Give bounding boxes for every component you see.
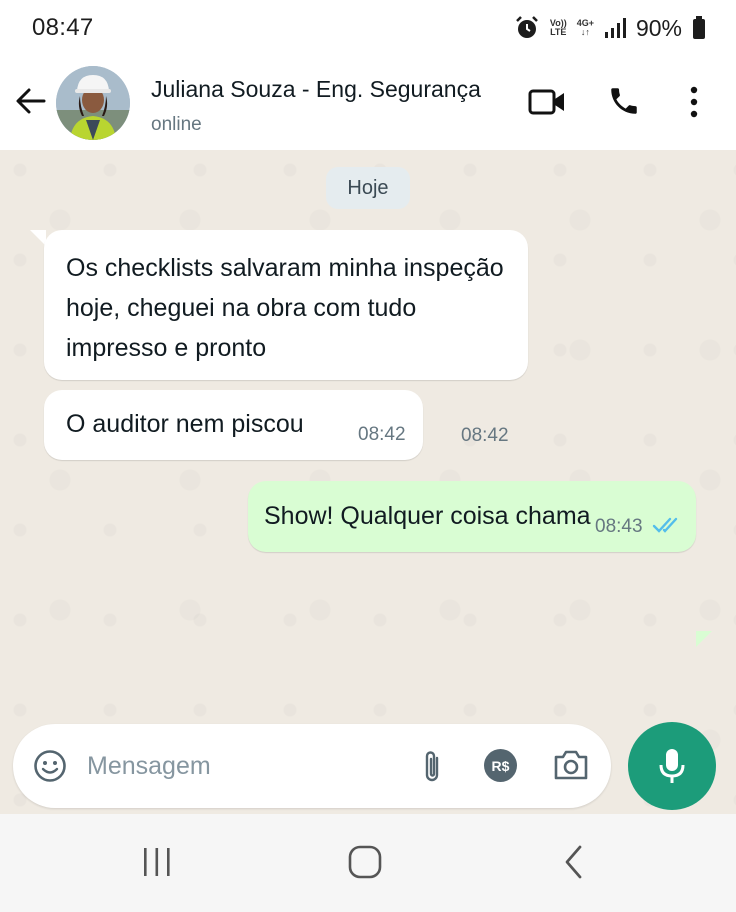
- battery-percent: 90%: [635, 14, 682, 41]
- message-time: 08:43: [595, 516, 643, 537]
- message-bubble-outgoing[interactable]: Show! Qualquer coisa chama 08:43: [248, 481, 696, 552]
- data-arrows-icon: ↓↑: [580, 27, 590, 37]
- whatsapp-chat-screen: 08:47 Vo)) LTE 4G+ ↓↑ 90% Juliana Souza …: [0, 0, 736, 912]
- signal-icon: [604, 18, 626, 38]
- date-chip: Hoje: [326, 167, 410, 209]
- more-options-icon[interactable]: [688, 85, 700, 119]
- message-time: 08:42: [358, 424, 406, 445]
- volte-indicator: Vo)) LTE: [550, 19, 567, 37]
- home-icon[interactable]: [347, 844, 383, 880]
- status-bar: 08:47 Vo)) LTE 4G+ ↓↑ 90%: [0, 0, 736, 56]
- emoji-icon[interactable]: [33, 749, 67, 783]
- volte-bottom-label: LTE: [550, 27, 567, 37]
- status-indicators: Vo)) LTE 4G+ ↓↑ 90%: [514, 15, 706, 42]
- attach-icon[interactable]: [419, 748, 445, 786]
- message-text: O auditor nem piscou: [66, 410, 304, 438]
- payment-label: R$: [491, 757, 510, 774]
- read-receipt-icon: [652, 517, 678, 533]
- mic-icon: [659, 749, 685, 783]
- message-text: Os checklists salvaram minha inspeção ho…: [66, 254, 504, 362]
- chat-header: Juliana Souza - Eng. Segurança online: [0, 56, 736, 150]
- camera-icon[interactable]: [553, 749, 589, 781]
- avatar-photo: [56, 66, 130, 140]
- back-arrow-icon[interactable]: [14, 84, 48, 118]
- status-time: 08:47: [32, 14, 94, 41]
- payment-icon[interactable]: R$: [484, 749, 517, 782]
- alarm-icon: [515, 16, 538, 38]
- system-navigation-bar: [0, 814, 736, 912]
- message-bubble-incoming[interactable]: O auditor nem piscou 08:42: [44, 390, 423, 460]
- video-call-icon[interactable]: [528, 87, 566, 117]
- bubble-tail-outgoing: [696, 631, 712, 647]
- message-bubble-incoming[interactable]: Os checklists salvaram minha inspeção ho…: [44, 230, 528, 446]
- recent-apps-icon[interactable]: [140, 846, 174, 878]
- contact-avatar[interactable]: [56, 66, 130, 140]
- voice-call-icon[interactable]: [607, 84, 641, 118]
- contact-status: online: [151, 114, 202, 135]
- message-input[interactable]: [87, 744, 387, 788]
- message-time: 08:42: [461, 425, 509, 446]
- network-indicator: 4G+ ↓↑: [577, 19, 594, 37]
- contact-name[interactable]: Juliana Souza - Eng. Segurança: [151, 76, 481, 103]
- chat-messages-area[interactable]: Hoje Os checklists salvaram minha inspeç…: [0, 150, 736, 814]
- battery-icon: [693, 16, 705, 39]
- back-nav-icon[interactable]: [562, 844, 586, 880]
- message-composer: R$: [13, 724, 611, 808]
- mic-button[interactable]: [628, 722, 716, 810]
